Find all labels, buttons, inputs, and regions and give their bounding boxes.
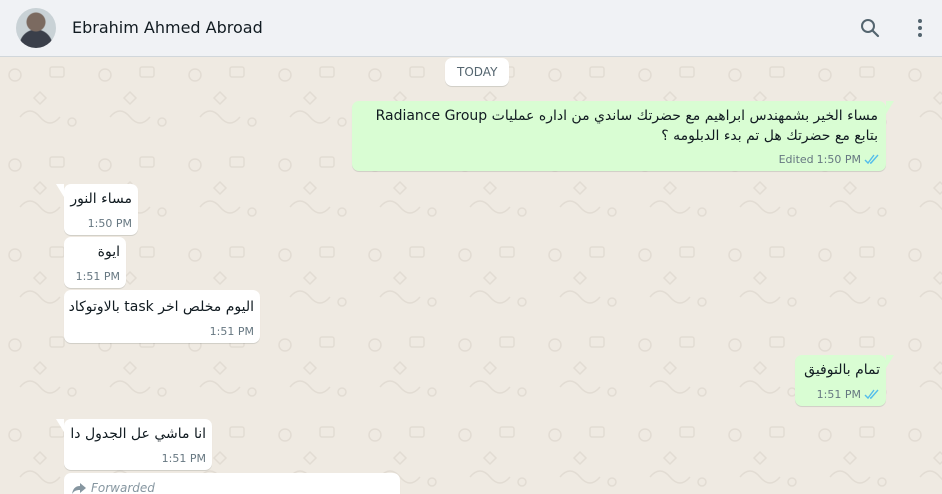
message-meta: 1:51 PM [162,452,206,465]
menu-dots-icon[interactable] [908,16,932,40]
bubble-tail [56,419,64,432]
search-icon[interactable] [858,16,882,40]
message-list[interactable]: TODAY مساء الخير بشمهندس ابراهيم مع حضرت… [0,57,942,494]
date-divider: TODAY [445,58,510,86]
contact-name[interactable]: Ebrahim Ahmed Abroad [72,18,263,37]
message-bubble-outgoing[interactable]: مساء الخير بشمهندس ابراهيم مع حضرتك ساند… [352,101,894,171]
message-text: تمام بالتوفيق [804,362,880,378]
read-receipt-icon [864,389,879,400]
bubble-tail [886,355,894,368]
message-time: 1:51 PM [75,270,120,283]
message-meta: 1:51 PM [817,388,880,401]
message-time: 1:51 PM [816,388,861,401]
message-text: اليوم مخلص اخر task بالاوتوكاد [68,299,254,315]
message-meta: 1:51 PM [210,325,254,338]
bubble-tail [886,101,894,114]
message-time: 1:50 PM [816,153,861,166]
message-bubble-incoming[interactable]: اليوم مخلص اخر task بالاوتوكاد 1:51 PM [64,290,260,343]
message-meta: 1:51 PM [76,270,120,283]
message-bubble-incoming[interactable]: ايوة 1:51 PM [64,237,126,288]
forwarded-indicator: Forwarded [72,481,155,494]
forwarded-label: Forwarded [91,481,155,494]
edited-label: Edited [778,153,814,166]
message-time: 1:50 PM [87,217,132,230]
chat-header: Ebrahim Ahmed Abroad [0,0,942,57]
forward-arrow-icon [72,482,86,494]
message-meta: 1:50 PM [88,217,132,230]
message-text: بتابع مع حضرتك هل تم بدء الدبلومه ؟ [661,128,878,144]
message-text: مساء النور [70,191,132,207]
message-text: انا ماشي عل الجدول دا [70,426,206,442]
read-receipt-icon [864,154,879,165]
message-bubble-incoming[interactable]: Forwarded [64,473,400,494]
contact-avatar[interactable] [16,8,56,48]
message-time: 1:51 PM [209,325,254,338]
message-bubble-outgoing[interactable]: تمام بالتوفيق 1:51 PM [795,355,894,406]
message-bubble-incoming[interactable]: انا ماشي عل الجدول دا 1:51 PM [56,419,212,470]
message-time: 1:51 PM [161,452,206,465]
message-bubble-incoming[interactable]: مساء النور 1:50 PM [56,184,138,235]
message-text: ايوة [97,244,120,260]
message-text: مساء الخير بشمهندس ابراهيم مع حضرتك ساند… [375,108,878,124]
bubble-tail [56,184,64,197]
message-meta: Edited 1:50 PM [779,153,880,166]
